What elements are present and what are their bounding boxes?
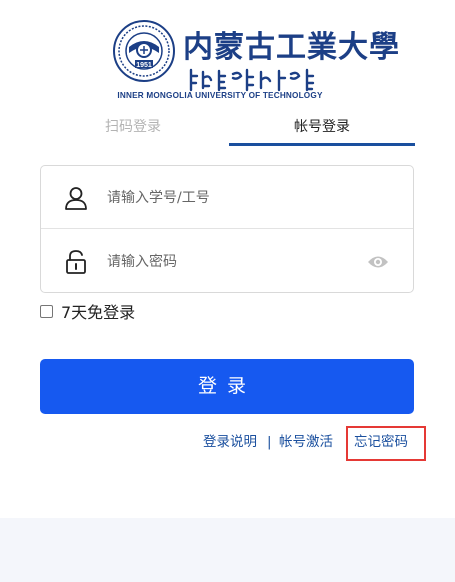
password-input[interactable] xyxy=(107,246,337,278)
password-row xyxy=(41,230,413,293)
user-icon xyxy=(65,187,87,210)
account-activate-link[interactable]: 帐号激活 xyxy=(279,431,333,453)
tab-account-login[interactable]: 帐号登录 xyxy=(229,114,415,146)
login-button[interactable]: 登录 xyxy=(40,359,414,414)
remember-label: 7天免登录 xyxy=(61,303,136,322)
active-tab-indicator xyxy=(229,143,415,146)
emblem-icon: 1951 xyxy=(113,20,175,82)
remember-checkbox[interactable] xyxy=(40,304,53,318)
remember-me: 7天免登录 xyxy=(40,300,135,322)
link-separator: | xyxy=(267,434,272,450)
lock-icon xyxy=(66,250,86,274)
tab-qr-login[interactable]: 扫码登录 xyxy=(40,114,226,146)
login-help-link[interactable]: 登录说明 xyxy=(203,431,257,453)
forgot-password-link[interactable]: 忘记密码 xyxy=(354,431,408,453)
tab-account-login-label: 帐号登录 xyxy=(294,119,350,135)
eye-icon[interactable] xyxy=(367,254,389,270)
login-tabs: 扫码登录 帐号登录 xyxy=(40,114,415,146)
university-name-en: INNER MONGOLIA UNIVERSITY OF TECHNOLOGY xyxy=(117,91,323,100)
university-name-cn: 内蒙古工業大學 xyxy=(183,30,400,65)
university-logo: 1951 内蒙古工業大學 INNER MONGOLIA UNIVERSITY O… xyxy=(113,20,399,102)
footer-band xyxy=(0,518,455,582)
login-form xyxy=(40,165,414,293)
username-row xyxy=(41,166,413,229)
username-input[interactable] xyxy=(107,182,337,214)
tab-qr-login-label: 扫码登录 xyxy=(105,119,161,135)
emblem-year: 1951 xyxy=(136,62,152,69)
